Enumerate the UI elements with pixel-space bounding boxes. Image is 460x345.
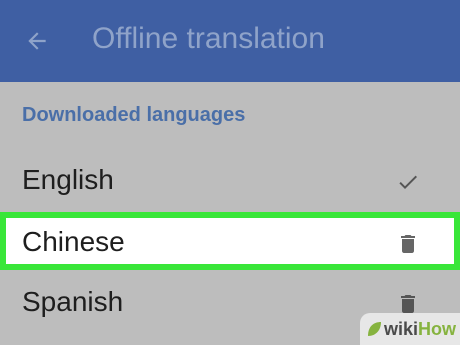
watermark-text: wikiHow xyxy=(384,319,456,340)
app-bar: Offline translation xyxy=(0,0,460,82)
language-row-english[interactable]: English xyxy=(0,152,460,212)
arrow-back-icon[interactable] xyxy=(24,28,50,54)
watermark-prefix: wiki xyxy=(384,319,419,339)
leaf-icon xyxy=(368,322,381,336)
watermark-suffix: How xyxy=(418,319,457,339)
language-name: Chinese xyxy=(22,226,125,257)
language-name: English xyxy=(22,164,114,195)
language-row-chinese[interactable]: Chinese xyxy=(0,212,460,270)
trash-icon[interactable] xyxy=(396,232,420,256)
language-name: Spanish xyxy=(22,286,124,317)
page-title: Offline translation xyxy=(92,22,325,55)
checkmark-icon xyxy=(399,175,417,189)
section-header: Downloaded languages xyxy=(22,104,246,126)
wikihow-watermark: wikiHow xyxy=(360,313,460,345)
